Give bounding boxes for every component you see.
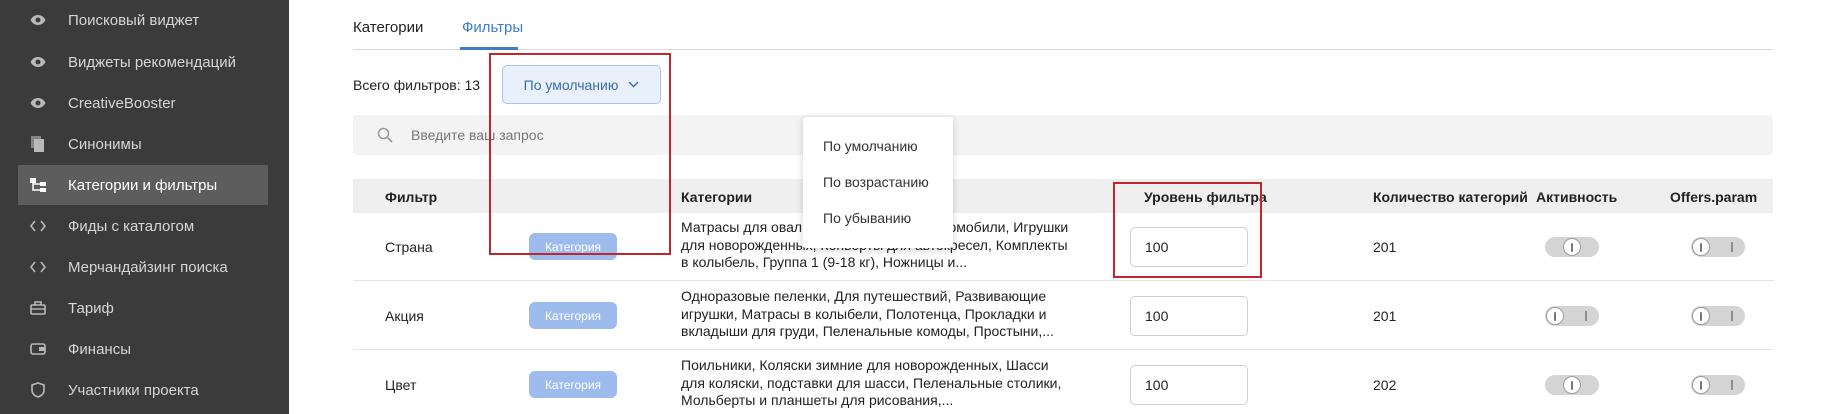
filters-total-count: Всего фильтров: 13 (353, 77, 481, 93)
sidebar-item-label: Фиды с каталогом (68, 217, 195, 235)
sort-dropdown-menu: По умолчанию По возрастанию По убыванию (803, 117, 953, 248)
code-icon (30, 218, 46, 234)
sidebar-item-search-merchandising[interactable]: Мерчандайзинг поиска (18, 247, 268, 287)
toggle-knob (1546, 307, 1564, 325)
filter-name: Цвет (385, 377, 417, 393)
filter-level-input[interactable] (1130, 296, 1248, 336)
categories-list: Одноразовые пеленки, Для путешествий, Ра… (681, 288, 1054, 339)
sidebar-item-finance[interactable]: Финансы (18, 329, 268, 369)
activity-toggle[interactable] (1545, 237, 1599, 257)
wallet-icon (30, 341, 46, 357)
table-header: Фильтр Категории Уровень фильтра Количес… (353, 179, 1773, 213)
copy-icon (30, 136, 46, 152)
column-header-count: Количество категорий (1373, 189, 1528, 205)
filter-level-input[interactable] (1130, 365, 1248, 405)
toggle-knob (1692, 376, 1710, 394)
sidebar-item-label: Финансы (68, 340, 131, 358)
sidebar-item-label: Поисковый виджет (68, 11, 200, 29)
offers-param-toggle[interactable] (1691, 306, 1745, 326)
categories-list: Поильники, Коляски зимние для новорожден… (681, 357, 1062, 408)
shield-icon (30, 382, 46, 398)
sort-option-ascending[interactable]: По возрастанию (823, 174, 929, 190)
search-icon (377, 127, 393, 143)
sidebar-item-label: Синонимы (68, 135, 142, 153)
toggle-track-mark (1731, 242, 1733, 252)
eye-icon (30, 95, 46, 111)
toggle-track-mark (1585, 311, 1587, 321)
sidebar-item-creativebooster[interactable]: CreativeBooster (18, 83, 268, 123)
tab-filters[interactable]: Фильтры (462, 19, 523, 36)
activity-toggle[interactable] (1545, 306, 1599, 326)
toggle-knob (1563, 376, 1581, 394)
sort-option-default[interactable]: По умолчанию (823, 138, 918, 154)
sidebar-item-recommendation-widgets[interactable]: Виджеты рекомендаций (18, 42, 268, 82)
categories-count: 202 (1373, 377, 1397, 393)
tab-bar: Категории Фильтры (353, 0, 1773, 50)
chevron-down-icon (628, 81, 639, 88)
column-header-categories: Категории (681, 189, 753, 205)
type-badge[interactable]: Категория (529, 371, 617, 398)
sidebar-item-project-members[interactable]: Участники проекта (18, 370, 268, 410)
active-tab-indicator (460, 47, 518, 50)
search-bar (353, 115, 1773, 155)
toggle-knob (1692, 238, 1710, 256)
sidebar: Поисковый виджет Виджеты рекомендаций Cr… (0, 0, 289, 414)
sidebar-item-label: Виджеты рекомендаций (68, 53, 236, 71)
sidebar-item-label: Участники проекта (68, 381, 199, 399)
table-row: Цвет Категория Поильники, Коляски зимние… (353, 351, 1773, 414)
offers-param-toggle[interactable] (1691, 237, 1745, 257)
sort-option-descending[interactable]: По убыванию (823, 210, 911, 226)
eye-icon (30, 12, 46, 28)
sidebar-item-label: Тариф (68, 299, 114, 317)
sidebar-item-label: CreativeBooster (68, 94, 176, 112)
column-header-active: Активность (1536, 189, 1618, 205)
briefcase-icon (30, 300, 46, 316)
activity-toggle[interactable] (1545, 375, 1599, 395)
column-header-offers-param: Offers.param (1670, 189, 1758, 205)
table-row: Акция Категория Одноразовые пеленки, Для… (353, 282, 1773, 350)
main-content: Категории Фильтры Всего фильтров: 13 По … (289, 0, 1834, 414)
sidebar-item-categories-filters[interactable]: Категории и фильтры (18, 165, 268, 205)
code-icon (30, 259, 46, 275)
table-row: Страна Категория Матрасы для овальных кр… (353, 213, 1773, 281)
categories-count: 201 (1373, 239, 1397, 255)
column-header-level: Уровень фильтра (1144, 189, 1267, 205)
sort-dropdown-button[interactable]: По умолчанию (502, 65, 661, 104)
column-header-filter: Фильтр (385, 189, 438, 205)
offers-param-toggle[interactable] (1691, 375, 1745, 395)
eye-icon (30, 54, 46, 70)
sidebar-item-tariff[interactable]: Тариф (18, 288, 268, 328)
sidebar-item-search-widget[interactable]: Поисковый виджет (18, 0, 268, 40)
filter-level-input[interactable] (1130, 227, 1248, 267)
tab-categories[interactable]: Категории (353, 19, 423, 36)
toggle-knob (1563, 238, 1581, 256)
type-badge[interactable]: Категория (529, 302, 617, 329)
sidebar-item-synonyms[interactable]: Синонимы (18, 124, 268, 164)
type-badge[interactable]: Категория (529, 233, 617, 260)
categories-count: 201 (1373, 308, 1397, 324)
sidebar-item-label: Мерчандайзинг поиска (68, 258, 228, 276)
filter-name: Страна (385, 239, 433, 255)
filter-name: Акция (385, 308, 424, 324)
toggle-track-mark (1731, 311, 1733, 321)
tree-icon (30, 177, 46, 193)
toggle-knob (1692, 307, 1710, 325)
toggle-track-mark (1731, 380, 1733, 390)
sort-dropdown-label: По умолчанию (523, 76, 619, 93)
sidebar-item-label: Категории и фильтры (68, 176, 218, 194)
sidebar-item-catalog-feeds[interactable]: Фиды с каталогом (18, 206, 268, 246)
